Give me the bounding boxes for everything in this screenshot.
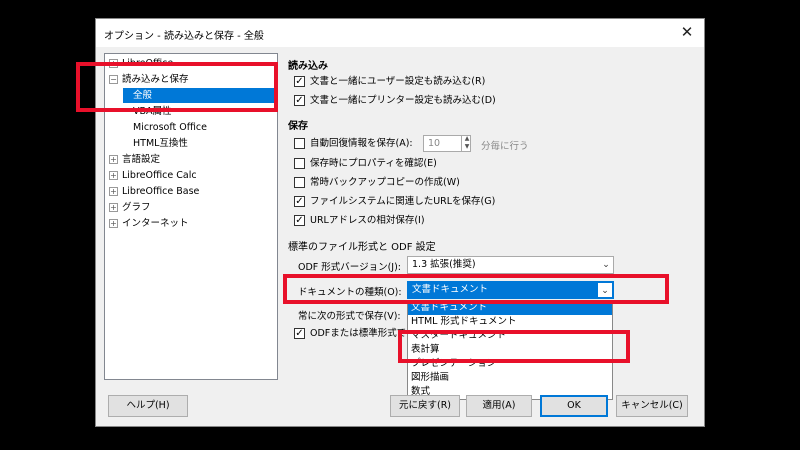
net-url-option[interactable]: ✓ URLアドレスの相対保存(I) xyxy=(294,213,425,228)
help-button[interactable]: ヘルプ(H) xyxy=(108,395,188,417)
dropdown-option[interactable]: 文書ドキュメント xyxy=(408,301,612,315)
chevron-down-icon[interactable]: ⌄ xyxy=(597,282,613,298)
tree-item-ms-office[interactable]: Microsoft Office xyxy=(133,120,207,135)
spin-arrows-icon[interactable]: ▲ ▼ xyxy=(461,135,472,152)
tree-item-vba[interactable]: VBA属性 xyxy=(133,104,172,119)
option-label: 保存時にプロパティを確認(E) xyxy=(310,158,437,169)
reset-button[interactable]: 元に戻す(R) xyxy=(390,395,460,417)
expand-icon[interactable]: + xyxy=(109,171,118,180)
dialog-title: オプション - 読み込みと保存 - 全般 xyxy=(104,31,264,42)
tree-item-language[interactable]: + 言語設定 xyxy=(109,152,160,167)
autosave-unit: 分毎に行う xyxy=(481,141,529,152)
tree-item-internet[interactable]: + インターネット xyxy=(109,216,189,231)
tree-item-base[interactable]: + LibreOffice Base xyxy=(109,184,199,199)
title-bar: オプション - 読み込みと保存 - 全般 ✕ xyxy=(96,19,704,47)
save-heading: 保存 xyxy=(288,121,308,132)
checkbox[interactable] xyxy=(294,138,305,149)
checkbox[interactable] xyxy=(294,177,305,188)
doctype-dropdown[interactable]: 文書ドキュメント ⌄ xyxy=(407,281,614,299)
tree-item-general[interactable]: 全般 xyxy=(123,88,275,103)
option-label: 自動回復情報を保存(A): xyxy=(310,138,413,149)
dropdown-option[interactable]: 図形描画 xyxy=(408,371,612,385)
close-icon[interactable]: ✕ xyxy=(678,23,696,41)
odf-version-label: ODF 形式バージョン(J): xyxy=(298,262,402,273)
load-heading: 読み込み xyxy=(288,61,328,72)
odf-version-dropdown[interactable]: 1.3 拡張(推奨) ⌄ xyxy=(407,256,614,274)
warn-format-option[interactable]: ✓ ODFまたは標準形式で xyxy=(294,326,406,341)
expand-icon[interactable]: + xyxy=(109,219,118,228)
tree-item-html[interactable]: HTML互換性 xyxy=(133,136,188,151)
confirm-props-option[interactable]: 保存時にプロパティを確認(E) xyxy=(294,156,437,171)
expand-icon[interactable]: + xyxy=(109,59,118,68)
ok-button[interactable]: OK xyxy=(540,395,608,417)
tree-item-label: Microsoft Office xyxy=(133,122,207,133)
tree-item-label: グラフ xyxy=(122,202,151,213)
dropdown-option[interactable]: プレゼンテーション xyxy=(408,357,612,371)
doctype-value: 文書ドキュメント xyxy=(412,284,489,295)
tree-item-load-save[interactable]: − 読み込みと保存 xyxy=(109,72,189,87)
tree-item-label: 言語設定 xyxy=(122,154,161,165)
doctype-label: ドキュメントの種類(O): xyxy=(298,287,402,298)
option-label: ODFまたは標準形式で xyxy=(310,328,407,339)
doctype-dropdown-list: 文書ドキュメント HTML 形式ドキュメント マスタードキュメント 表計算 プレ… xyxy=(407,300,613,400)
collapse-icon[interactable]: − xyxy=(109,75,118,84)
tree-item-label: LibreOffice Base xyxy=(122,186,200,197)
autosave-option[interactable]: 自動回復情報を保存(A): xyxy=(294,136,413,151)
tree-item-calc[interactable]: + LibreOffice Calc xyxy=(109,168,197,183)
dropdown-option[interactable]: HTML 形式ドキュメント xyxy=(408,315,612,329)
expand-icon[interactable]: + xyxy=(109,203,118,212)
checkbox[interactable]: ✓ xyxy=(294,196,305,207)
checkbox[interactable]: ✓ xyxy=(294,76,305,87)
tree-item-label: 全般 xyxy=(133,90,153,101)
tree-item-label: LibreOffice Calc xyxy=(122,170,197,181)
option-label: 文書と一緒にユーザー設定も読み込む(R) xyxy=(310,76,486,87)
tree-item-label: LibreOffice xyxy=(122,58,174,69)
fs-url-option[interactable]: ✓ ファイルシステムに関連したURLを保存(G) xyxy=(294,194,495,209)
always-save-label: 常に次の形式で保存(V): xyxy=(298,311,401,322)
tree-item-label: VBA属性 xyxy=(133,106,172,117)
tree-item-libreoffice[interactable]: + LibreOffice xyxy=(109,56,173,71)
checkbox[interactable]: ✓ xyxy=(294,95,305,106)
expand-icon[interactable]: + xyxy=(109,187,118,196)
expand-icon[interactable]: + xyxy=(109,155,118,164)
option-label: 文書と一緒にプリンター設定も読み込む(D) xyxy=(310,95,496,106)
options-dialog: オプション - 読み込みと保存 - 全般 ✕ + LibreOffice − 読み込… xyxy=(95,18,705,427)
format-heading: 標準のファイル形式と ODF 設定 xyxy=(288,242,436,253)
dropdown-option[interactable]: 表計算 xyxy=(408,343,612,357)
tree-item-label: HTML互換性 xyxy=(133,138,188,149)
odf-version-value: 1.3 拡張(推奨) xyxy=(412,259,476,270)
checkbox[interactable]: ✓ xyxy=(294,328,305,339)
backup-option[interactable]: 常時バックアップコピーの作成(W) xyxy=(294,175,460,190)
checkbox[interactable] xyxy=(294,158,305,169)
cancel-button[interactable]: キャンセル(C) xyxy=(616,395,688,417)
checkbox[interactable]: ✓ xyxy=(294,215,305,226)
option-label: ファイルシステムに関連したURLを保存(G) xyxy=(310,196,496,207)
option-label: URLアドレスの相対保存(I) xyxy=(310,215,425,226)
apply-button[interactable]: 適用(A) xyxy=(466,395,532,417)
dropdown-option[interactable]: マスタードキュメント xyxy=(408,329,612,343)
load-printer-settings-option[interactable]: ✓ 文書と一緒にプリンター設定も読み込む(D) xyxy=(294,93,496,108)
tree-item-chart[interactable]: + グラフ xyxy=(109,200,151,215)
tree-item-label: 読み込みと保存 xyxy=(122,74,189,85)
load-user-settings-option[interactable]: ✓ 文書と一緒にユーザー設定も読み込む(R) xyxy=(294,74,485,89)
tree-item-label: インターネット xyxy=(122,218,189,229)
options-tree: + LibreOffice − 読み込みと保存 全般 VBA属性 Microsoft… xyxy=(104,53,278,380)
chevron-down-icon[interactable]: ⌄ xyxy=(599,257,613,273)
option-label: 常時バックアップコピーの作成(W) xyxy=(310,177,460,188)
